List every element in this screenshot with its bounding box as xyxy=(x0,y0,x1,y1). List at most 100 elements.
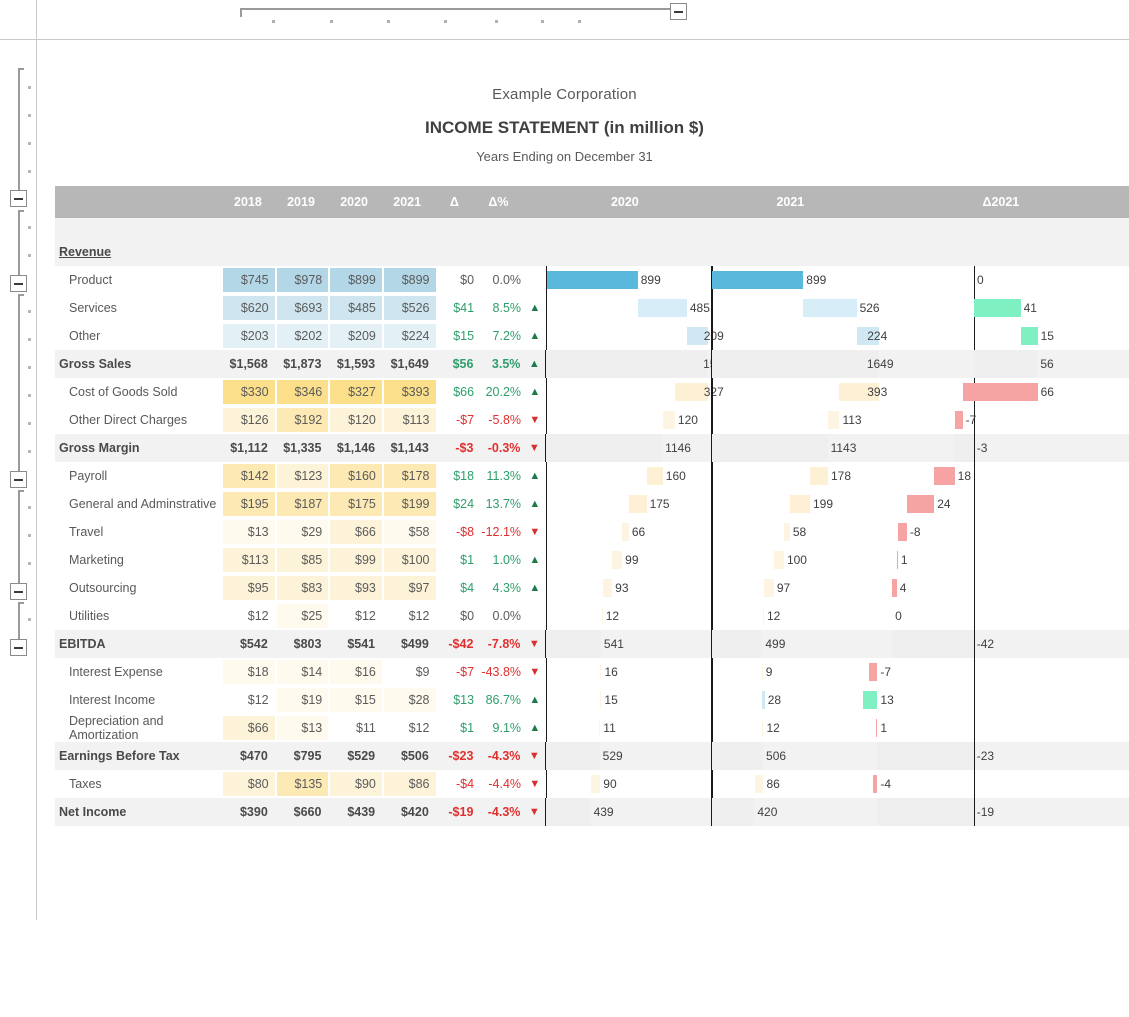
cell-2018[interactable]: $470 xyxy=(222,744,274,768)
table-row[interactable]: Gross Sales $1,568 $1,873 $1,593 $1,649 $56 3.… xyxy=(55,350,1129,378)
row-outline-dot[interactable] xyxy=(28,450,31,453)
row-outline-dot[interactable] xyxy=(28,170,31,173)
cell-delta[interactable]: $13 xyxy=(437,686,479,714)
cell-2021[interactable]: $526 xyxy=(383,296,436,320)
table-row[interactable]: Interest Expense $18 $14 $16 $9 -$7 -43.8% ▼ 16 9… xyxy=(55,658,1129,686)
table-row[interactable]: Utilities $12 $25 $12 $12 $0 0.0% 12 12 0 xyxy=(55,602,1129,630)
row-outline-dot[interactable] xyxy=(28,394,31,397)
cell-2018[interactable]: $203 xyxy=(223,324,275,348)
cell-2020[interactable]: $1,146 xyxy=(329,436,381,460)
cell-2021[interactable]: $113 xyxy=(383,408,436,432)
cell-delta-percent[interactable]: 4.3% xyxy=(478,574,525,602)
cell-2019[interactable]: $187 xyxy=(276,492,329,516)
cell-delta[interactable]: -$8 xyxy=(437,518,479,546)
row-outline-dot[interactable] xyxy=(28,254,31,257)
table-row[interactable]: Interest Income $12 $19 $15 $28 $13 86.7% ▲ 15 28… xyxy=(55,686,1129,714)
row-outline-dot[interactable] xyxy=(28,422,31,425)
cell-delta[interactable]: -$23 xyxy=(436,742,478,770)
row-outline-dot[interactable] xyxy=(28,338,31,341)
cell-2019[interactable]: $803 xyxy=(276,632,328,656)
cell-2021[interactable]: $420 xyxy=(383,800,435,824)
cell-delta[interactable]: -$3 xyxy=(436,434,478,462)
cell-delta-percent[interactable]: 11.3% xyxy=(478,462,525,490)
row-group-collapse-button[interactable] xyxy=(10,471,27,488)
cell-2021[interactable]: $100 xyxy=(383,548,436,572)
header-2020[interactable]: 2020 xyxy=(328,195,381,209)
cell-2019[interactable]: $135 xyxy=(276,772,329,796)
cell-2018[interactable]: $95 xyxy=(223,576,275,600)
table-row[interactable]: Travel $13 $29 $66 $58 -$8 -12.1% ▼ 66 58 -8 xyxy=(55,518,1129,546)
header-2018[interactable]: 2018 xyxy=(221,195,274,209)
cell-2018[interactable]: $1,112 xyxy=(222,436,274,460)
row-outline-dot[interactable] xyxy=(28,310,31,313)
row-outline-dot[interactable] xyxy=(28,226,31,229)
header-2021[interactable]: 2021 xyxy=(381,195,434,209)
cell-delta[interactable]: $15 xyxy=(437,322,479,350)
cell-2019[interactable]: $346 xyxy=(276,380,329,404)
cell-2021[interactable]: $199 xyxy=(383,492,436,516)
cell-delta-percent[interactable]: -7.8% xyxy=(477,630,524,658)
cell-2018[interactable]: $126 xyxy=(223,408,275,432)
header-delta[interactable]: Δ xyxy=(434,195,475,209)
cell-delta-percent[interactable]: 0.0% xyxy=(478,266,525,294)
row-group-collapse-button[interactable] xyxy=(10,583,27,600)
cell-delta[interactable]: -$4 xyxy=(437,770,479,798)
column-outline-dot[interactable] xyxy=(330,20,333,23)
column-outline-dot[interactable] xyxy=(541,20,544,23)
table-row[interactable]: Outsourcing $95 $83 $93 $97 $4 4.3% ▲ 93 97 4 xyxy=(55,574,1129,602)
cell-delta-percent[interactable]: -43.8% xyxy=(478,658,525,686)
cell-2020[interactable]: $529 xyxy=(329,744,381,768)
cell-delta-percent[interactable]: 1.0% xyxy=(478,546,525,574)
cell-2020[interactable]: $120 xyxy=(330,408,382,432)
cell-2020[interactable]: $90 xyxy=(330,772,382,796)
cell-2019[interactable]: $13 xyxy=(276,716,329,740)
cell-2020[interactable]: $66 xyxy=(330,520,382,544)
cell-delta[interactable]: $18 xyxy=(437,462,479,490)
cell-2018[interactable]: $195 xyxy=(223,492,275,516)
cell-2019[interactable]: $123 xyxy=(276,464,329,488)
column-outline-dot[interactable] xyxy=(578,20,581,23)
cell-2021[interactable]: $178 xyxy=(383,464,436,488)
table-row[interactable]: Gross Margin $1,112 $1,335 $1,146 $1,143 -$3-… xyxy=(55,434,1129,462)
cell-2020[interactable]: $160 xyxy=(330,464,382,488)
table-row[interactable]: Cost of Goods Sold $330 $346 $327 $393 $66 20.… xyxy=(55,378,1129,406)
cell-2021[interactable]: $28 xyxy=(383,688,436,712)
table-row[interactable]: Depreciation and Amortization $66 $13 $11 $1… xyxy=(55,714,1129,742)
table-row[interactable]: EBITDA $542 $803 $541 $499 -$42 -7.8% ▼ 541 499 -4… xyxy=(55,630,1129,658)
cell-delta[interactable]: $56 xyxy=(436,350,478,378)
cell-2021[interactable]: $393 xyxy=(383,380,436,404)
cell-2020[interactable]: $12 xyxy=(330,604,382,628)
table-row[interactable]: Product $745 $978 $899 $899 $0 0.0% 899 899 0 xyxy=(55,266,1129,294)
table-row[interactable]: Other Direct Charges $126 $192 $120 $113 -$7-… xyxy=(55,406,1129,434)
cell-2018[interactable]: $390 xyxy=(222,800,274,824)
cell-delta-percent[interactable]: -4.3% xyxy=(477,798,524,826)
cell-2019[interactable]: $693 xyxy=(276,296,329,320)
cell-delta-percent[interactable]: 13.7% xyxy=(478,490,525,518)
table-row[interactable]: Revenue xyxy=(55,238,1129,266)
row-group-collapse-button[interactable] xyxy=(10,190,27,207)
cell-2020[interactable]: $15 xyxy=(330,688,382,712)
cell-2021[interactable]: $12 xyxy=(384,716,436,740)
cell-delta-percent[interactable]: -4.4% xyxy=(478,770,525,798)
cell-2019[interactable]: $795 xyxy=(276,744,328,768)
cell-2018[interactable]: $1,568 xyxy=(222,352,274,376)
cell-2020[interactable]: $16 xyxy=(330,660,382,684)
cell-2021[interactable]: $1,143 xyxy=(383,436,435,460)
row-group-collapse-button[interactable] xyxy=(10,639,27,656)
cell-2019[interactable]: $978 xyxy=(276,268,329,292)
cell-delta-percent[interactable]: 0.0% xyxy=(478,602,525,630)
cell-delta[interactable]: $1 xyxy=(437,714,479,742)
cell-2018[interactable]: $80 xyxy=(223,772,275,796)
cell-2021[interactable]: $499 xyxy=(383,632,435,656)
cell-2021[interactable]: $58 xyxy=(383,520,436,544)
cell-delta[interactable]: $41 xyxy=(437,294,479,322)
cell-2018[interactable]: $330 xyxy=(223,380,275,404)
row-outline-dot[interactable] xyxy=(28,506,31,509)
table-row[interactable]: Other $203 $202 $209 $224 $15 7.2% ▲ 209 224 15 xyxy=(55,322,1129,350)
cell-2019[interactable]: $660 xyxy=(276,800,328,824)
cell-2019[interactable]: $85 xyxy=(276,548,329,572)
cell-2021[interactable]: $97 xyxy=(383,576,436,600)
cell-delta-percent[interactable]: -0.3% xyxy=(477,434,524,462)
cell-delta-percent[interactable]: -12.1% xyxy=(478,518,525,546)
row-group-collapse-button[interactable] xyxy=(10,275,27,292)
